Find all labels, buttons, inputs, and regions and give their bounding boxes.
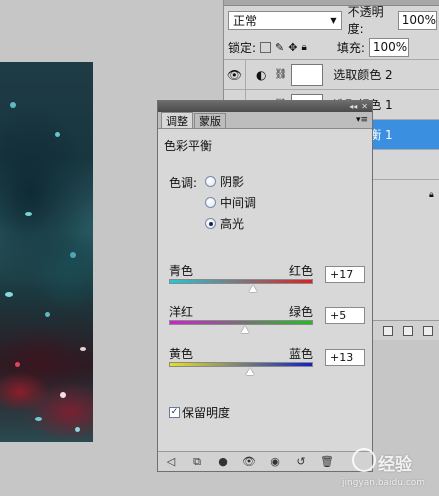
back-arrow-icon[interactable]: ◁ (164, 455, 178, 468)
panel-titlebar[interactable]: ◂◂ ✕ (158, 101, 372, 112)
fill-label: 填充: (336, 40, 365, 55)
opacity-input[interactable]: 100% (397, 10, 437, 30)
blend-mode-value: 正常 (233, 13, 258, 28)
move-icon[interactable]: ✥ (288, 41, 297, 54)
baidu-paw-logo-icon (352, 448, 376, 472)
eye-icon[interactable]: 👁︎ (224, 60, 246, 89)
radio-label: 阴影 (220, 175, 245, 189)
visibility-eye-icon[interactable]: 👁︎ (242, 455, 256, 468)
adjustments-panel: ◂◂ ✕ 调整 蒙版 ▾≡ 色彩平衡 色调: 阴影 中间调 高光 青色 红色 +… (157, 100, 373, 472)
brush-icon[interactable]: ✎ (275, 41, 284, 54)
layers-panel-tabs[interactable] (224, 0, 439, 6)
radio-icon[interactable] (205, 218, 216, 229)
opacity-label: 不透明度: (347, 5, 384, 36)
tone-radio-shadows[interactable]: 阴影 (205, 173, 244, 190)
clip-layer-icon[interactable]: ● (216, 455, 230, 468)
yellow-blue-slider: 黄色 蓝色 +13 (169, 345, 367, 385)
expand-view-icon[interactable]: ⧉ (190, 455, 204, 468)
panel-tabs: 调整 蒙版 ▾≡ (158, 112, 372, 129)
tone-radio-highlights[interactable]: 高光 (205, 215, 244, 232)
magenta-green-slider: 洋红 绿色 +5 (169, 303, 367, 343)
slider-track[interactable] (169, 279, 313, 284)
cyan-red-slider: 青色 红色 +17 (169, 262, 367, 302)
lock-icon: 🔒︎ (429, 189, 434, 200)
lock-transparent-icon[interactable] (260, 41, 272, 53)
slider-left-label: 青色 (169, 264, 194, 278)
slider-handle[interactable] (249, 285, 258, 292)
slider-handle[interactable] (246, 368, 255, 375)
slider-right-label: 蓝色 (289, 347, 314, 361)
slider-right-label: 绿色 (289, 305, 314, 319)
close-icon[interactable]: ✕ (361, 102, 368, 111)
blend-mode-select[interactable]: 正常 ▼ (228, 10, 342, 30)
slider-value-input[interactable]: +5 (325, 307, 365, 324)
checkbox-icon[interactable]: ✓ (169, 407, 180, 418)
collapse-icon[interactable]: ◂◂ (349, 102, 357, 111)
tone-radio-midtones[interactable]: 中间调 (205, 194, 256, 211)
slider-value-input[interactable]: +13 (325, 349, 365, 366)
new-group-icon[interactable] (383, 325, 393, 336)
slider-left-label: 洋红 (169, 305, 194, 319)
document-canvas-image (0, 62, 93, 442)
radio-label: 中间调 (220, 196, 257, 210)
panel-title: 色彩平衡 (164, 139, 213, 153)
tab-masks[interactable]: 蒙版 (194, 113, 226, 128)
slider-left-label: 黄色 (169, 347, 194, 361)
lock-label: 锁定: (228, 40, 257, 55)
lock-row: 锁定: ✎ ✥ 🔒︎ 填充: 100% (228, 37, 437, 57)
new-layer-icon[interactable] (403, 325, 413, 336)
watermark: 经验 jingyan.baidu.com (342, 440, 439, 496)
radio-icon[interactable] (205, 176, 216, 187)
reset-icon[interactable]: ↺ (294, 455, 308, 468)
view-previous-icon[interactable]: ◉ (268, 455, 282, 468)
trash-icon[interactable]: 🗑︎ (320, 455, 334, 468)
link-icon: ⛓︎ (274, 69, 288, 80)
watermark-brand: 经验 (378, 455, 412, 475)
slider-track[interactable] (169, 320, 313, 325)
tone-label: 色调: (169, 176, 198, 190)
slider-handle[interactable] (240, 326, 249, 333)
blend-row: 正常 ▼ 不透明度: 100% (228, 5, 437, 36)
watermark-url: jingyan.baidu.com (342, 478, 426, 488)
fill-input[interactable]: 100% (368, 37, 409, 57)
adjustment-layer-icon: ◐ (256, 67, 267, 82)
slider-right-label: 红色 (289, 264, 314, 278)
slider-value-input[interactable]: +17 (325, 266, 365, 283)
chevron-down-icon: ▼ (330, 15, 337, 25)
slider-track[interactable] (169, 362, 313, 367)
checkbox-label: 保留明度 (182, 406, 231, 420)
radio-label: 高光 (220, 217, 245, 231)
lock-icon[interactable]: 🔒︎ (301, 42, 306, 53)
radio-icon[interactable] (205, 197, 216, 208)
panel-menu-icon[interactable]: ▾≡ (356, 115, 368, 125)
adjustments-footer: ◁ ⧉ ● 👁︎ ◉ ↺ 🗑︎ (158, 451, 372, 471)
trash-icon[interactable] (423, 325, 433, 336)
layer-row[interactable]: 👁︎ ◐ ⛓︎ 选取颜色 2 (224, 59, 439, 89)
tab-adjustments[interactable]: 调整 (161, 112, 193, 128)
layer-mask-thumbnail[interactable] (291, 63, 324, 86)
preserve-luminosity-checkbox[interactable]: ✓ 保留明度 (169, 404, 230, 421)
layer-name: 选取颜色 2 (333, 68, 393, 82)
